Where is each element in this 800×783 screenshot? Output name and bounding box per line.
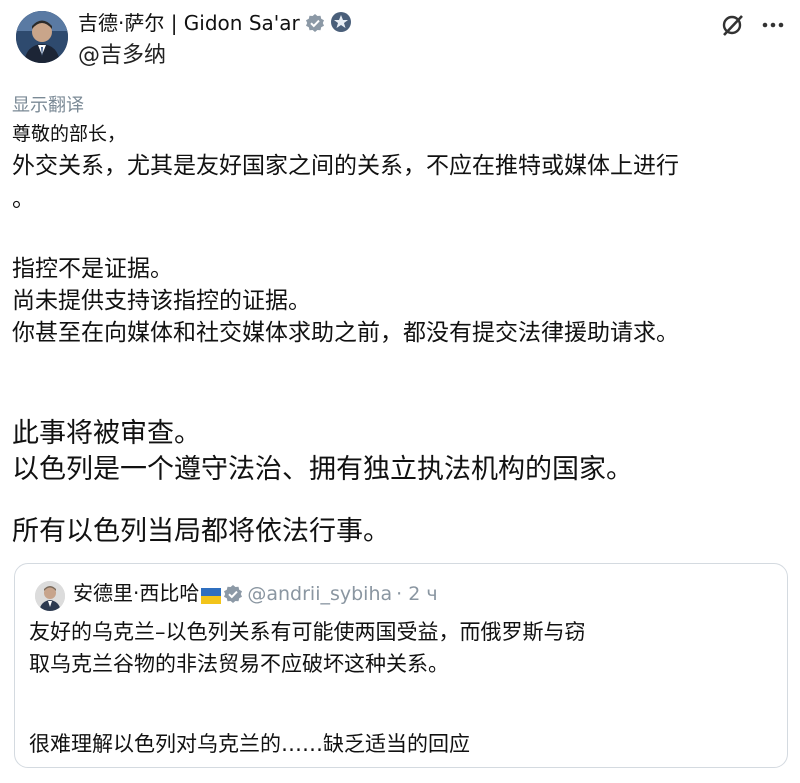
tweet-line-7: 此事将被审查。: [12, 418, 201, 449]
tweet-line-8: 以色列是一个遵守法治、拥有独立执法机构的国家。: [12, 454, 633, 485]
tweet-line-3: 。: [12, 186, 35, 212]
tweet-line-2: 外交关系，尤其是友好国家之间的关系，不应在推特或媒体上进行: [12, 153, 679, 179]
tweet-line-6: 你甚至在向媒体和社交媒体求助之前，都没有提交法律援助请求。: [12, 320, 679, 346]
show-translation-link[interactable]: 显示翻译: [12, 91, 84, 117]
quoted-author-row: 安德里·西比哈 @andrii_sybiha · 2 ч: [73, 578, 438, 612]
quoted-tweet-time: · 2 ч: [396, 583, 438, 605]
ukraine-flag-icon: [201, 582, 222, 612]
quoted-line-2: 取乌克兰谷物的非法贸易不应破坏这种关系。: [29, 652, 449, 676]
author-name[interactable]: 吉德·萨尔 | Gidon Sa'ar: [78, 11, 300, 35]
author-handle[interactable]: @吉多纳: [78, 42, 166, 70]
quoted-tweet-card[interactable]: 安德里·西比哈 @andrii_sybiha · 2 ч 友好的乌克兰–以色列关系有…: [14, 563, 788, 768]
header-actions: [720, 12, 786, 38]
tweet-line-1: 尊敬的部长，: [12, 123, 127, 145]
tweet-line-5: 尚未提供支持该指控的证据。: [12, 288, 311, 314]
verified-badge-icon: [223, 582, 243, 612]
tweet-line-4: 指控不是证据。: [12, 256, 173, 282]
government-emblem-icon: [330, 11, 352, 39]
quoted-author-name[interactable]: 安德里·西比哈: [73, 581, 199, 605]
quoted-line-3: 很难理解以色列对乌克兰的……缺乏适当的回应: [29, 732, 470, 756]
more-options-icon[interactable]: [760, 12, 786, 38]
quoted-line-1: 友好的乌克兰–以色列关系有可能使两国受益，而俄罗斯与窃: [29, 620, 586, 644]
quoted-author-handle[interactable]: @andrii_sybiha: [247, 583, 392, 605]
grok-icon[interactable]: [720, 12, 746, 38]
quoted-author-avatar[interactable]: [35, 581, 65, 611]
author-name-row: 吉德·萨尔 | Gidon Sa'ar: [78, 10, 352, 39]
verified-badge-icon: [305, 13, 325, 39]
author-avatar[interactable]: [16, 11, 68, 63]
tweet-line-9: 所有以色列当局都将依法行事。: [12, 516, 390, 547]
